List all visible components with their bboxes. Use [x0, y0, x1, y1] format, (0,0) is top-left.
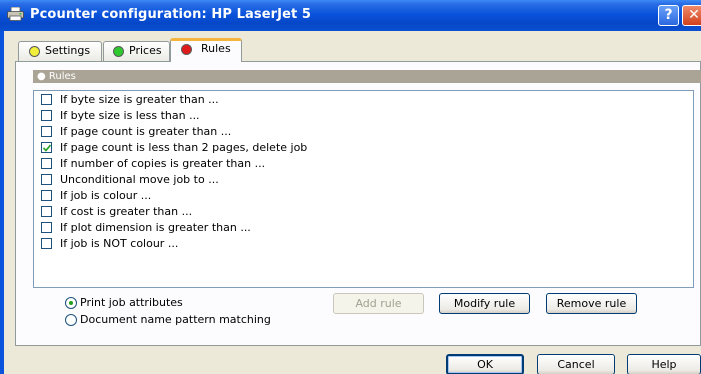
modify-rule-button[interactable]: Modify rule — [439, 293, 530, 314]
ok-button[interactable]: OK — [446, 354, 524, 374]
close-icon: ✕ — [688, 7, 700, 23]
rules-group-title: ● Rules — [37, 71, 76, 82]
rule-label: If byte size is less than ... — [60, 109, 200, 122]
print-job-attributes-label[interactable]: Print job attributes — [80, 296, 183, 309]
tab-prices-label: Prices — [129, 44, 162, 57]
title-bar[interactable]: Pcounter configuration: HP LaserJet 5 ? … — [0, 0, 701, 31]
rule-checkbox[interactable] — [41, 206, 52, 217]
printer-icon — [7, 6, 24, 21]
rule-checkbox[interactable] — [41, 222, 52, 233]
tab-settings-label: Settings — [45, 44, 91, 57]
question-mark-icon: ? — [664, 7, 673, 23]
rule-label: If job is colour ... — [60, 189, 152, 202]
tab-rules-label: Rules — [201, 42, 231, 55]
rule-checkbox[interactable] — [41, 190, 52, 201]
rule-checkbox[interactable] — [41, 126, 52, 137]
print-job-attributes-radio[interactable] — [65, 297, 77, 309]
tab-settings[interactable]: Settings — [18, 41, 102, 61]
document-name-pattern-label[interactable]: Document name pattern matching — [80, 313, 271, 326]
rules-group-header: ● Rules — [33, 70, 701, 83]
rule-label: If byte size is greater than ... — [60, 93, 219, 106]
rule-checkbox[interactable] — [41, 238, 52, 249]
red-dot-icon — [181, 44, 192, 55]
rule-checkbox[interactable] — [41, 174, 52, 185]
rule-label: If page count is greater than ... — [60, 125, 232, 138]
rules-list[interactable]: If byte size is greater than ... If byte… — [33, 90, 694, 288]
rule-label: If plot dimension is greater than ... — [60, 221, 251, 234]
rule-checkbox-checked[interactable] — [41, 142, 52, 153]
rule-label: If page count is less than 2 pages, dele… — [60, 141, 308, 154]
rule-label: If job is NOT colour ... — [60, 237, 179, 250]
radio-selected-dot — [69, 301, 73, 305]
window-title: Pcounter configuration: HP LaserJet 5 — [30, 7, 312, 22]
yellow-dot-icon — [29, 46, 40, 57]
green-dot-icon — [113, 46, 124, 57]
add-rule-button[interactable]: Add rule — [333, 293, 424, 314]
rule-checkbox[interactable] — [41, 94, 52, 105]
rule-checkbox[interactable] — [41, 110, 52, 121]
help-button[interactable]: Help — [627, 354, 701, 374]
rule-label: Unconditional move job to ... — [60, 173, 219, 186]
rule-label: If cost is greater than ... — [60, 205, 193, 218]
pcounter-config-window: Pcounter configuration: HP LaserJet 5 ? … — [0, 0, 701, 374]
rule-label: If number of copies is greater than ... — [60, 157, 266, 170]
tab-prices[interactable]: Prices — [103, 41, 170, 61]
cancel-button[interactable]: Cancel — [537, 354, 615, 374]
tab-rules[interactable]: Rules — [170, 38, 242, 62]
rule-checkbox[interactable] — [41, 158, 52, 169]
window-left-border — [0, 31, 4, 374]
document-name-pattern-radio[interactable] — [65, 314, 77, 326]
close-window-button[interactable]: ✕ — [682, 5, 701, 26]
remove-rule-button[interactable]: Remove rule — [546, 293, 637, 314]
checkmark-icon — [43, 144, 51, 152]
help-title-button[interactable]: ? — [658, 5, 679, 26]
